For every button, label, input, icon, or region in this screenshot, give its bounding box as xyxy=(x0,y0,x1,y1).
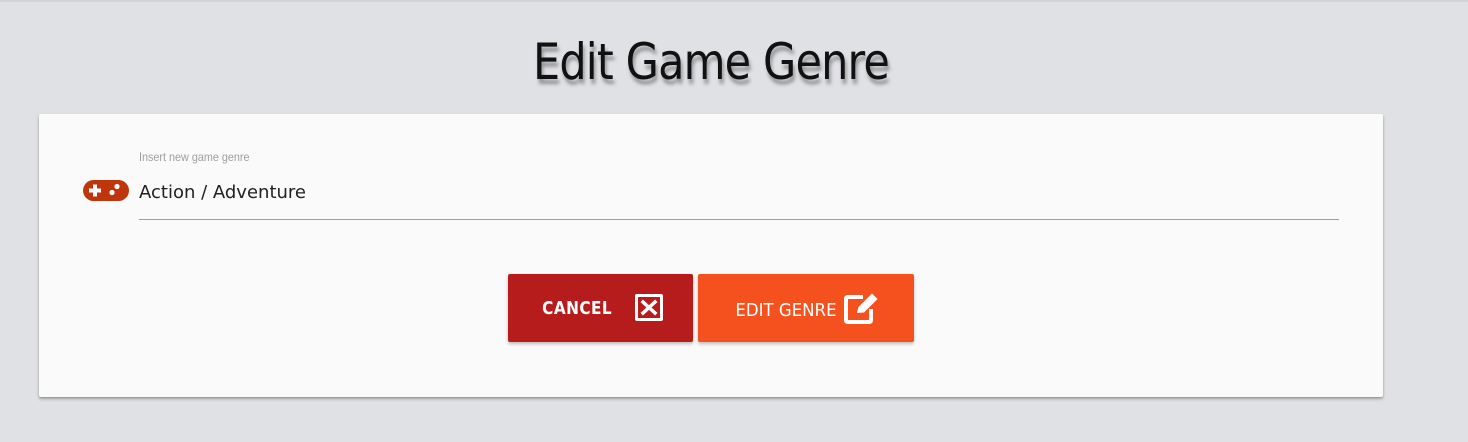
page-title: Edit Game Genre xyxy=(533,33,890,91)
genre-field-label: Insert new game genre xyxy=(139,150,250,164)
genre-input[interactable] xyxy=(139,176,1339,220)
page: Edit Game Genre Insert new game genre CA… xyxy=(0,0,1468,442)
close-box-icon xyxy=(633,293,665,323)
edit-genre-button-label: EDIT GENRE xyxy=(735,299,837,321)
edit-genre-button[interactable]: EDIT GENRE xyxy=(698,274,914,342)
cancel-button[interactable]: CANCEL xyxy=(508,274,693,342)
edit-genre-form-card: Insert new game genre CANCEL E xyxy=(39,114,1383,397)
gamepad-icon xyxy=(82,178,130,204)
cancel-button-label: CANCEL xyxy=(542,297,613,319)
top-divider xyxy=(0,0,1468,2)
edit-square-icon xyxy=(843,291,881,325)
